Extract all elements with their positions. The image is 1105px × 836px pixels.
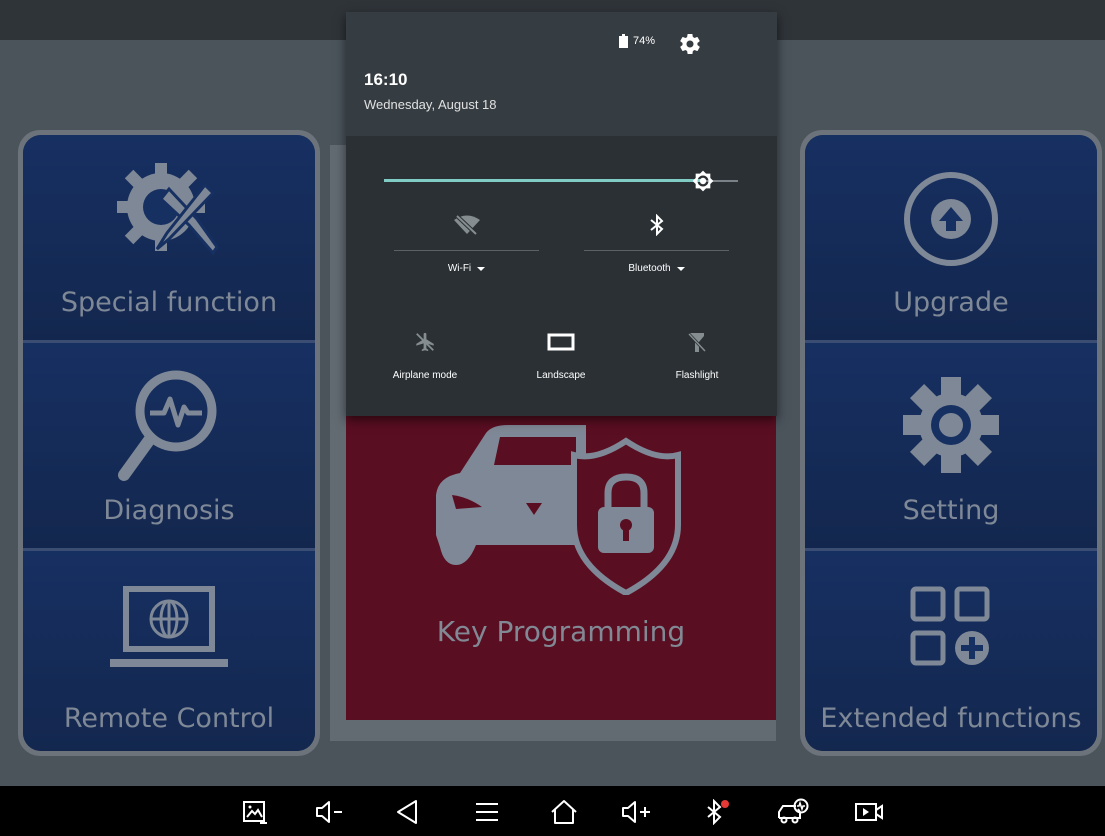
- extended-functions-tile[interactable]: Extended functions: [805, 551, 1097, 751]
- battery-icon: [619, 34, 628, 48]
- bluetooth-status-button[interactable]: [700, 796, 734, 828]
- setting-label: Setting: [902, 495, 1000, 526]
- remote-control-tile[interactable]: Remote Control: [23, 551, 315, 751]
- screen-record-icon: [855, 803, 883, 821]
- airplane-off-icon: [416, 332, 434, 352]
- bluetooth-icon: [707, 799, 729, 825]
- flashlight-label: Flashlight: [675, 370, 719, 381]
- airplane-mode-label: Airplane mode: [392, 370, 458, 381]
- car-diagnostic-icon: [778, 798, 809, 824]
- remote-control-label: Remote Control: [63, 703, 275, 734]
- upgrade-tile[interactable]: Upgrade: [805, 135, 1097, 340]
- volume-up-icon: [622, 801, 650, 823]
- home-button[interactable]: [547, 796, 581, 828]
- extended-functions-label: Extended functions: [820, 703, 1082, 734]
- shade-header: 74% 16:10 Wednesday, August 18: [346, 12, 777, 136]
- screen-record-button[interactable]: [852, 796, 886, 828]
- volume-up-button[interactable]: [620, 796, 654, 828]
- diagnosis-label: Diagnosis: [103, 495, 235, 526]
- home-icon: [551, 800, 577, 824]
- landscape-tile[interactable]: Landscape: [496, 330, 626, 381]
- battery-percent: 74%: [633, 35, 656, 47]
- diagnosis-icon: [118, 370, 217, 481]
- wifi-label: Wi-Fi: [447, 263, 472, 274]
- key-programming-label: Key Programming: [436, 615, 686, 648]
- divider: [584, 250, 729, 251]
- airplane-mode-tile[interactable]: Airplane mode: [360, 330, 490, 381]
- bluetooth-icon: [649, 214, 663, 236]
- bluetooth-tile[interactable]: Bluetooth: [584, 212, 729, 274]
- navigation-bar: [0, 786, 1105, 836]
- special-function-label: Special function: [60, 287, 278, 318]
- dropdown-caret-icon[interactable]: [477, 266, 486, 271]
- car-lock-icon: [436, 425, 681, 595]
- upgrade-label: Upgrade: [893, 287, 1009, 318]
- remote-control-icon: [110, 586, 228, 667]
- back-button[interactable]: [391, 796, 425, 828]
- back-icon: [397, 800, 417, 824]
- dropdown-caret-icon[interactable]: [676, 266, 685, 271]
- right-panel: Upgrade Setting Extended functions: [800, 130, 1102, 756]
- clock-time: 16:10: [364, 70, 408, 89]
- wifi-off-icon: [453, 214, 480, 236]
- gear-icon: [903, 377, 999, 473]
- screenshot-icon: [243, 801, 267, 824]
- clock-date: Wednesday, August 18: [364, 97, 497, 112]
- upgrade-icon: [904, 172, 998, 266]
- divider: [394, 250, 539, 251]
- quick-settings-shade: 74% 16:10 Wednesday, August 18 Wi-Fi Blu…: [346, 12, 777, 416]
- wifi-tile[interactable]: Wi-Fi: [394, 212, 539, 274]
- special-function-tile[interactable]: Special function: [23, 135, 315, 340]
- special-function-icon: [117, 163, 219, 256]
- landscape-label: Landscape: [536, 370, 586, 381]
- menu-icon: [476, 803, 498, 821]
- brightness-slider[interactable]: [384, 170, 738, 192]
- bluetooth-label: Bluetooth: [628, 263, 671, 274]
- menu-button[interactable]: [470, 796, 504, 828]
- flashlight-off-icon: [688, 332, 706, 353]
- extended-functions-icon: [910, 586, 990, 666]
- left-panel: Special function Diagnosis Remote Contro…: [18, 130, 320, 756]
- brightness-icon[interactable]: [692, 170, 714, 192]
- diagnosis-tile[interactable]: Diagnosis: [23, 343, 315, 548]
- car-diagnostic-button[interactable]: [776, 796, 810, 828]
- landscape-icon: [547, 333, 575, 351]
- settings-gear-icon[interactable]: [678, 32, 702, 56]
- volume-down-icon: [316, 801, 342, 823]
- brightness-fill: [384, 179, 703, 182]
- screenshot-button[interactable]: [238, 796, 272, 828]
- flashlight-tile[interactable]: Flashlight: [632, 330, 762, 381]
- volume-down-button[interactable]: [314, 796, 348, 828]
- battery-indicator: 74%: [619, 34, 655, 48]
- setting-tile[interactable]: Setting: [805, 343, 1097, 548]
